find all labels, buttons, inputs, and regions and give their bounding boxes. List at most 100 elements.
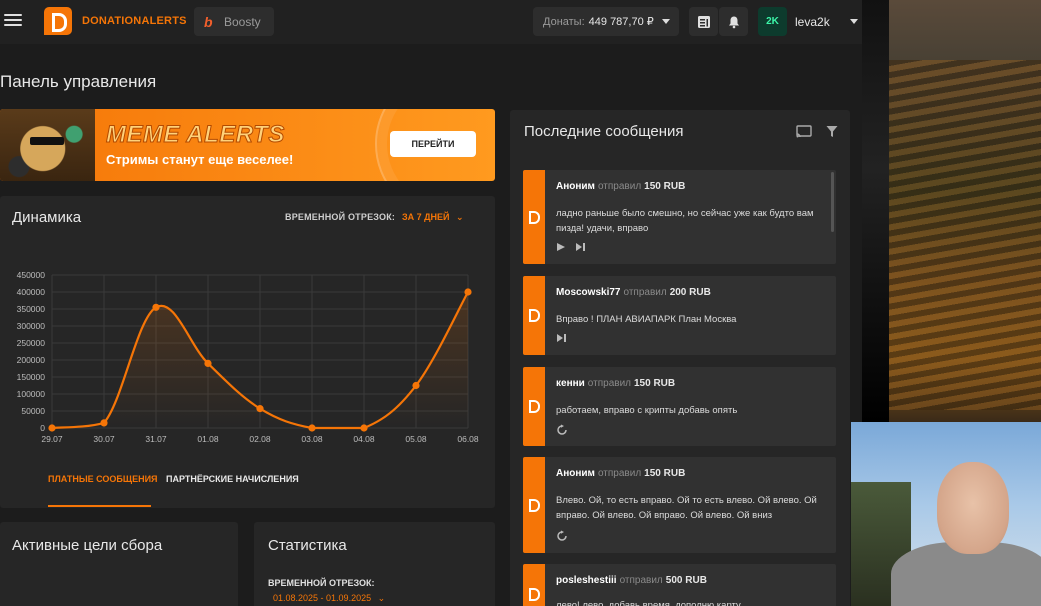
data-point — [412, 381, 420, 390]
x-tick-label: 06.08 — [457, 434, 479, 444]
logo[interactable]: DONATIONALERTS — [44, 7, 187, 35]
donationalerts-icon — [528, 210, 540, 224]
play-icon[interactable] — [556, 242, 566, 252]
bell-icon — [728, 16, 739, 28]
skip-icon[interactable] — [556, 333, 567, 343]
stats-period-dropdown[interactable]: 01.08.2025 - 01.09.2025 ⌄ — [273, 593, 385, 604]
tab-partner-earnings[interactable]: ПАРТНЁРСКИЕ НАЧИСЛЕНИЯ — [166, 474, 299, 484]
boosty-button[interactable]: b Boosty — [194, 7, 274, 36]
y-tick-label: 50000 — [21, 406, 45, 416]
replay-icon[interactable] — [556, 424, 568, 436]
goals-title: Активные цели сбора — [12, 537, 163, 554]
period-value: ЗА 7 ДНЕЙ — [402, 212, 450, 222]
x-tick-label: 05.08 — [405, 434, 427, 444]
app-root: DONATIONALERTS b Boosty Донаты: 449 787,… — [0, 0, 1041, 606]
chevron-down-icon — [661, 19, 670, 24]
donations-value: 449 787,70 ₽ — [588, 16, 654, 28]
documents-button[interactable] — [689, 7, 718, 36]
replay-icon[interactable] — [556, 530, 568, 542]
chevron-down-icon: ⌄ — [456, 212, 464, 222]
data-point — [256, 405, 264, 413]
x-tick-label: 04.08 — [353, 434, 375, 444]
donations-dropdown[interactable]: Донаты: 449 787,70 ₽ — [533, 7, 679, 36]
message-header: кенни отправил 150 RUB — [556, 378, 675, 389]
x-tick-label: 31.07 — [145, 434, 167, 444]
message-item: Moscowski77 отправил 200 RUB Вправо ! ПЛАН … — [523, 276, 836, 355]
logo-text: DONATIONALERTS — [82, 15, 187, 27]
data-point — [152, 303, 160, 311]
messages-tools — [796, 125, 838, 138]
message-item: posleshestiii отправил 500 RUB лево! лево, … — [523, 564, 836, 606]
y-tick-label: 350000 — [17, 304, 46, 314]
donation-stripe — [523, 564, 545, 606]
message-verb: отправил — [587, 378, 631, 389]
filter-icon[interactable] — [826, 125, 838, 138]
message-item: кенни отправил 150 RUB работаем, вправо с к… — [523, 367, 836, 446]
message-amount: 200 RUB — [669, 287, 711, 298]
donationalerts-icon — [528, 309, 540, 322]
stats-period-value: 01.08.2025 - 01.09.2025 — [273, 593, 372, 603]
donationalerts-icon — [528, 587, 540, 601]
message-sender: Аноним — [556, 468, 595, 479]
message-sender: кенни — [556, 378, 585, 389]
donationalerts-icon — [528, 400, 540, 413]
goals-card — [0, 522, 238, 606]
dynamics-title: Динамика — [12, 209, 82, 226]
message-sender: Moscowski77 — [556, 287, 621, 298]
message-verb: отправил — [597, 181, 642, 192]
webcam-person-head — [937, 462, 1009, 554]
message-controls — [556, 530, 568, 542]
donation-stripe — [523, 170, 545, 264]
message-header: posleshestiii отправил 500 RUB — [556, 575, 707, 586]
x-tick-label: 29.07 — [41, 434, 63, 444]
y-tick-label: 450000 — [17, 270, 46, 280]
messages-scrollbar[interactable] — [831, 172, 834, 232]
message-item: Аноним отправил 150 RUB ладно раньше было с… — [523, 170, 836, 264]
message-text: Влево. Ой, то есть вправо. Ой то есть вл… — [556, 495, 817, 521]
user-menu[interactable]: 2K leva2k — [758, 7, 858, 36]
banner-go-button[interactable]: ПЕРЕЙТИ — [390, 131, 476, 157]
doge-image — [0, 109, 95, 181]
message-amount: 500 RUB — [665, 575, 707, 586]
donation-stripe — [523, 276, 545, 355]
donation-stripe — [523, 367, 545, 446]
top-bar: DONATIONALERTS b Boosty Донаты: 449 787,… — [0, 0, 862, 44]
stats-period-label: ВРЕМЕННОЙ ОТРЕЗОК: — [268, 578, 375, 588]
data-point — [360, 424, 368, 432]
tab-paid-messages[interactable]: ПЛАТНЫЕ СООБЩЕНИЯ — [48, 474, 158, 484]
chevron-down-icon: ⌄ — [377, 593, 386, 603]
document-icon — [697, 15, 710, 28]
skip-icon[interactable] — [575, 242, 586, 252]
donations-label: Донаты: — [543, 15, 585, 28]
message-header: Аноним отправил 150 RUB — [556, 468, 685, 479]
message-text: ладно раньше было смешно, но сейчас уже … — [556, 208, 814, 234]
message-item: Аноним отправил 150 RUB Влево. Ой, то есть … — [523, 457, 836, 553]
message-text: работаем, вправо с крипты добавь опять — [556, 405, 738, 416]
message-amount: 150 RUB — [634, 378, 676, 389]
x-tick-label: 02.08 — [249, 434, 271, 444]
menu-icon[interactable] — [4, 12, 22, 28]
notifications-button[interactable] — [719, 7, 748, 36]
message-verb: отправил — [623, 287, 667, 298]
dynamics-chart: 0 50000 100000 150000 200000 250000 300000 3500… — [17, 270, 479, 444]
period-dropdown[interactable]: ЗА 7 ДНЕЙ ⌄ — [402, 212, 464, 223]
message-verb: отправил — [597, 468, 642, 479]
cast-icon[interactable] — [796, 125, 812, 138]
message-header: Moscowski77 отправил 200 RUB — [556, 287, 711, 298]
message-controls — [556, 242, 586, 252]
message-sender: posleshestiii — [556, 575, 617, 586]
y-tick-label: 100000 — [17, 389, 46, 399]
y-tick-label: 300000 — [17, 321, 46, 331]
period-label: ВРЕМЕННОЙ ОТРЕЗОК: — [285, 212, 396, 222]
y-tick-label: 250000 — [17, 338, 46, 348]
y-tick-label: 150000 — [17, 372, 46, 382]
avatar: 2K — [758, 7, 787, 36]
boosty-icon: b — [204, 13, 213, 30]
banner-subtitle: Стримы станут еще веселее! — [106, 152, 294, 167]
stats-title: Статистика — [268, 537, 347, 554]
donationalerts-icon — [528, 498, 540, 512]
data-point — [464, 288, 472, 296]
background-landscape-image — [862, 0, 1041, 422]
banner-title: MEME ALERTS — [106, 121, 285, 149]
message-header: Аноним отправил 150 RUB — [556, 181, 685, 192]
